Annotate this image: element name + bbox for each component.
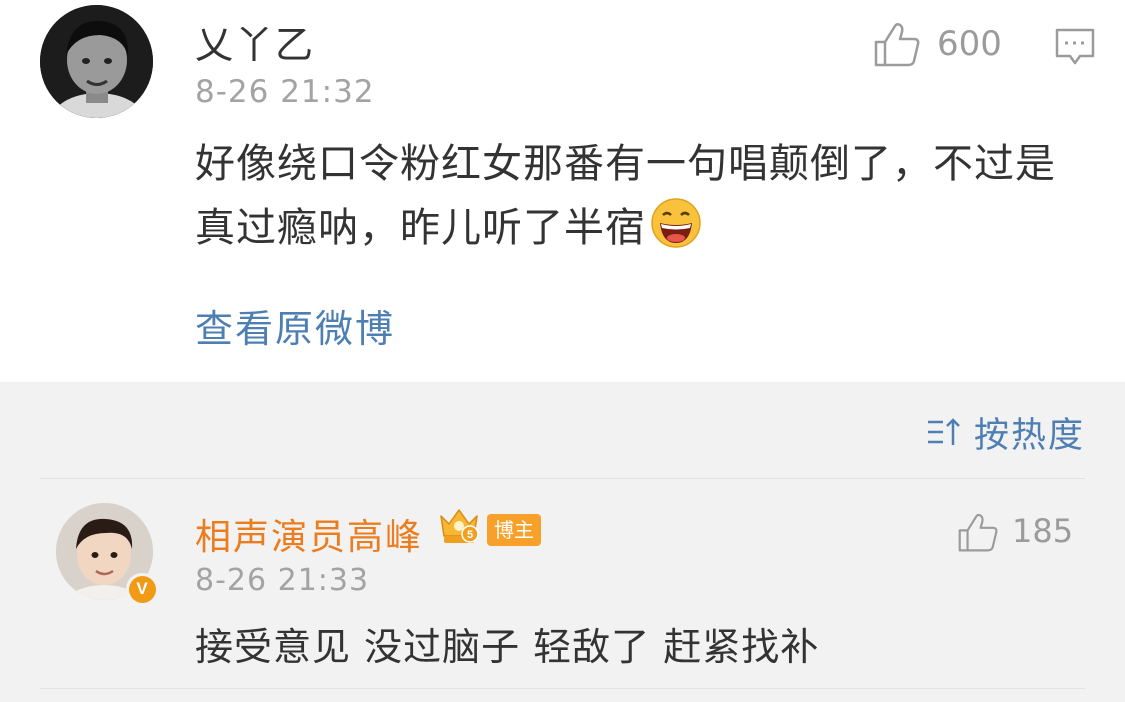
- blogger-badge: 博主: [487, 514, 541, 546]
- verified-badge-mark: V: [128, 575, 156, 603]
- grinning-face-icon: [650, 197, 702, 249]
- divider: [40, 478, 1085, 479]
- reply-timestamp: 8-26 21:33: [195, 563, 370, 598]
- like-count: 185: [1012, 512, 1074, 550]
- divider: [40, 688, 1085, 689]
- comment-username[interactable]: 乂丫乙: [195, 14, 315, 69]
- verified-badge: V: [126, 573, 158, 605]
- comment-reply-icon[interactable]: [1054, 27, 1096, 67]
- sort-by-hot-button[interactable]: 按热度: [926, 410, 1085, 456]
- like-icon[interactable]: [873, 22, 921, 68]
- comment-text: 好像绕口令粉红女那番有一句唱颠倒了，不过是真过瘾呐，昨儿听了半宿: [195, 141, 1056, 251]
- like-icon[interactable]: [957, 513, 999, 553]
- reply-content: 接受意见 没过脑子 轻敌了 赶紧找补: [195, 625, 820, 669]
- sort-label: 按热度: [974, 415, 1086, 456]
- user-avatar[interactable]: [40, 5, 153, 118]
- crown-icon: 5: [438, 506, 480, 546]
- view-original-weibo-link[interactable]: 查看原微博: [195, 298, 395, 353]
- comment-content: 好像绕口令粉红女那番有一句唱颠倒了，不过是真过瘾呐，昨儿听了半宿: [195, 132, 1075, 260]
- svg-text:5: 5: [467, 529, 473, 541]
- sort-icon: [926, 416, 962, 448]
- like-count: 600: [937, 24, 1002, 64]
- blogger-username[interactable]: 相声演员高峰: [195, 508, 423, 560]
- comment-timestamp: 8-26 21:32: [195, 74, 375, 110]
